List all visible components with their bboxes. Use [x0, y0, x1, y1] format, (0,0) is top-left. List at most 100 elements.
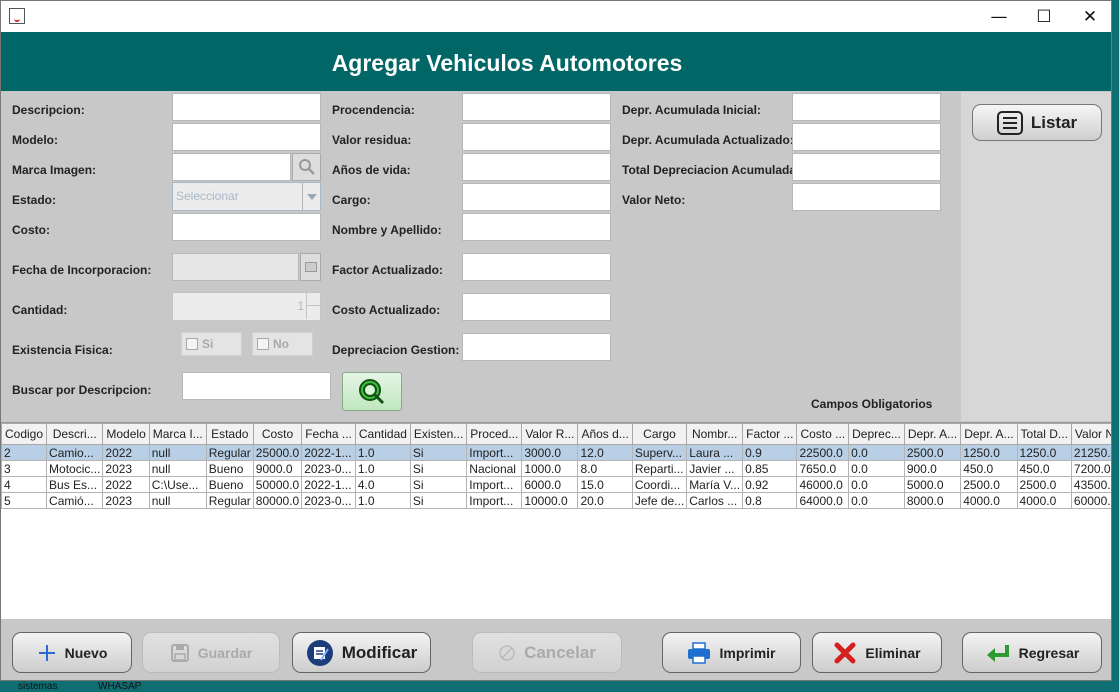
- modificar-button[interactable]: Modificar: [292, 632, 431, 673]
- table-cell: Carlos ...: [686, 492, 744, 509]
- depreciacion-gestion-field[interactable]: [462, 333, 611, 361]
- table-row[interactable]: 4 Bus Es... 2022 C:\Use... Bueno 50000.0 2022-…: [1, 476, 1111, 493]
- descripcion-field[interactable]: [172, 93, 321, 121]
- table-cell: 0.85: [742, 460, 798, 477]
- spinner-up-button[interactable]: [306, 293, 320, 306]
- depr-acum-inicial-field[interactable]: [792, 93, 941, 121]
- calendar-button[interactable]: [300, 253, 321, 281]
- column-header[interactable]: Cantidad: [354, 423, 411, 445]
- cancelar-label: Cancelar: [524, 642, 596, 662]
- column-header[interactable]: Cargo: [631, 423, 688, 445]
- java-icon: [9, 8, 25, 24]
- cancelar-button[interactable]: Cancelar: [472, 632, 622, 673]
- table-cell: Si: [409, 476, 468, 493]
- eliminar-button[interactable]: Eliminar: [812, 632, 942, 673]
- estado-select[interactable]: Seleccionar: [172, 182, 321, 211]
- factor-actualizado-field[interactable]: [462, 253, 611, 281]
- browse-image-button[interactable]: [292, 153, 321, 181]
- table-cell: 2022-1...: [301, 444, 356, 461]
- chevron-down-icon[interactable]: [302, 183, 320, 210]
- column-header[interactable]: Costo ...: [796, 423, 850, 445]
- cantidad-label: Cantidad:: [12, 303, 68, 317]
- table-cell: Import...: [466, 476, 523, 493]
- buscar-field[interactable]: [182, 372, 331, 400]
- column-header[interactable]: Nombr...: [686, 423, 744, 445]
- cargo-field[interactable]: [462, 183, 611, 211]
- title-bar: — ☐ ✕: [1, 1, 1111, 32]
- column-header[interactable]: Modelo: [102, 423, 150, 445]
- table-cell: 2023-0...: [301, 460, 356, 477]
- table-cell: 7650.0: [796, 460, 850, 477]
- table-cell: 0.92: [742, 476, 798, 493]
- column-header[interactable]: Marca I...: [148, 423, 207, 445]
- column-header[interactable]: Valor R...: [521, 423, 579, 445]
- column-header[interactable]: Total D...: [1016, 423, 1072, 445]
- table-cell: 2023: [102, 460, 150, 477]
- table-cell: Coordi...: [631, 476, 688, 493]
- nombre-apellido-field[interactable]: [462, 213, 611, 241]
- procedencia-label: Procendencia:: [332, 103, 415, 117]
- column-header[interactable]: Deprec...: [848, 423, 905, 445]
- table-cell: 2500.0: [903, 444, 962, 461]
- fecha-incorporacion-field[interactable]: [172, 253, 299, 281]
- maximize-button[interactable]: ☐: [1021, 1, 1067, 32]
- column-header[interactable]: Años d...: [577, 423, 633, 445]
- valor-residual-field[interactable]: [462, 123, 611, 151]
- cantidad-spinner[interactable]: 1: [172, 292, 321, 321]
- table-cell: Si: [409, 492, 468, 509]
- table-cell: Bueno: [205, 460, 254, 477]
- nuevo-button[interactable]: Nuevo: [12, 632, 132, 673]
- column-header[interactable]: Depr. A...: [903, 423, 962, 445]
- existencia-si-checkbox[interactable]: Si: [181, 332, 242, 356]
- minimize-button[interactable]: —: [976, 1, 1022, 32]
- column-header[interactable]: Descri...: [46, 423, 104, 445]
- column-header[interactable]: Factor ...: [742, 423, 798, 445]
- table-cell: 3: [1, 460, 48, 477]
- table-cell: 2500.0: [1016, 476, 1072, 493]
- column-header[interactable]: Codigo: [1, 423, 48, 445]
- depr-acum-actualizado-field[interactable]: [792, 123, 941, 151]
- imprimir-button[interactable]: Imprimir: [662, 632, 801, 673]
- table-cell: 4000.0: [1016, 492, 1072, 509]
- marca-imagen-field[interactable]: [172, 153, 291, 181]
- column-header[interactable]: Costo: [252, 423, 303, 445]
- checkbox-box: [186, 338, 198, 350]
- table-row[interactable]: 3 Motocic... 2023 null Bueno 9000.0 2023-0... 1…: [1, 460, 1111, 477]
- table-cell: 0.0: [848, 460, 905, 477]
- table-cell: 20.0: [577, 492, 633, 509]
- existencia-no-checkbox[interactable]: No: [252, 332, 313, 356]
- taskbar-item-whasap[interactable]: WHASAP: [98, 681, 141, 692]
- costo-actualizado-field[interactable]: [462, 293, 611, 321]
- anos-vida-field[interactable]: [462, 153, 611, 181]
- nombre-apellido-label: Nombre y Apellido:: [332, 223, 442, 237]
- column-header[interactable]: Proced...: [466, 423, 523, 445]
- table-header-row: Codigo Descri... Modelo Marca I... Estado Cos…: [1, 423, 1111, 445]
- table-cell: Camio...: [46, 444, 104, 461]
- table-cell: Javier ...: [686, 460, 744, 477]
- table-cell: 2: [1, 444, 48, 461]
- column-header[interactable]: Fecha ...: [301, 423, 356, 445]
- table-row[interactable]: 2 Camio... 2022 null Regular 25000.0 2022-1...…: [1, 444, 1111, 461]
- search-button[interactable]: [342, 372, 402, 411]
- table-body: 2 Camio... 2022 null Regular 25000.0 2022-1...…: [1, 444, 1111, 509]
- column-header[interactable]: Valor N...: [1070, 423, 1111, 445]
- close-button[interactable]: ✕: [1067, 1, 1111, 32]
- guardar-button[interactable]: Guardar: [142, 632, 280, 673]
- modelo-field[interactable]: [172, 123, 321, 151]
- column-header[interactable]: Depr. A...: [960, 423, 1018, 445]
- taskbar-item-sistemas[interactable]: sistemas: [18, 681, 57, 692]
- table-cell: 5000.0: [903, 476, 962, 493]
- estado-label: Estado:: [12, 193, 57, 207]
- table-cell: Import...: [466, 492, 523, 509]
- total-depr-acum-field[interactable]: [792, 153, 941, 181]
- column-header[interactable]: Existen...: [409, 423, 468, 445]
- spinner-down-button[interactable]: [306, 306, 320, 319]
- listar-button[interactable]: Listar: [972, 104, 1102, 141]
- valor-neto-field[interactable]: [792, 183, 941, 211]
- table-cell: Superv...: [631, 444, 688, 461]
- table-row[interactable]: 5 Camió... 2023 null Regular 80000.0 2023-0...…: [1, 492, 1111, 509]
- regresar-button[interactable]: Regresar: [962, 632, 1102, 673]
- costo-field[interactable]: [172, 213, 321, 241]
- procedencia-field[interactable]: [462, 93, 611, 121]
- column-header[interactable]: Estado: [205, 423, 254, 445]
